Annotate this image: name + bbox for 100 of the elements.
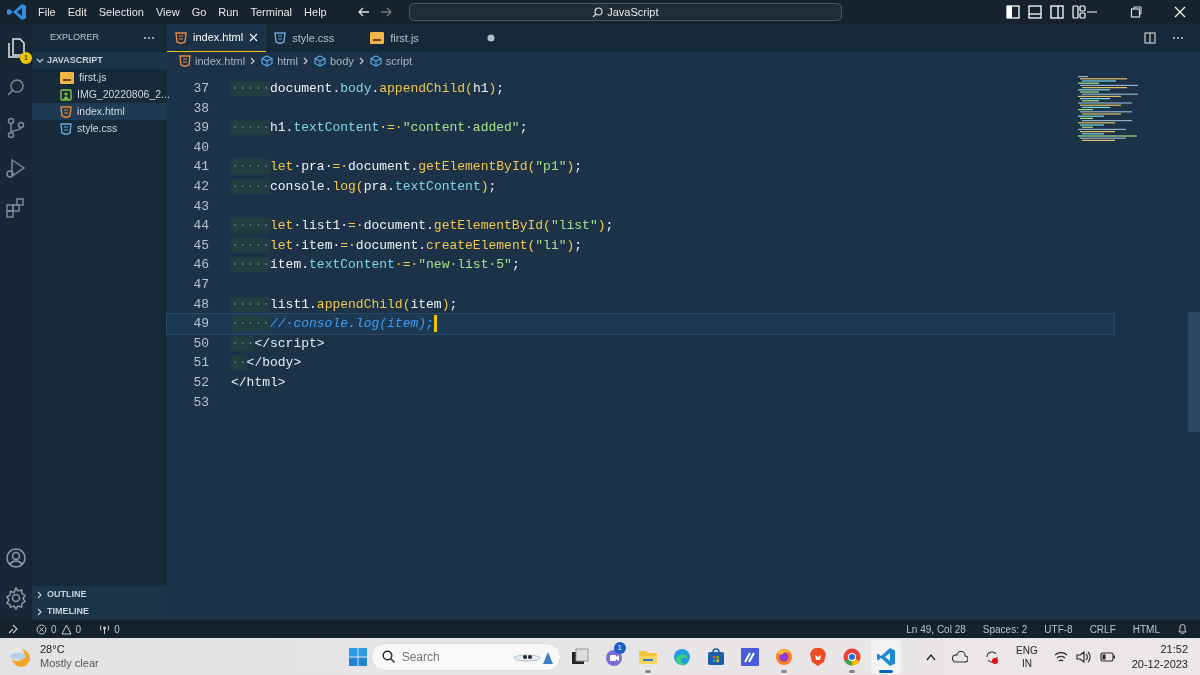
breadcrumb-item[interactable]: html (277, 52, 298, 70)
cube-icon (313, 55, 326, 67)
back-arrow-icon[interactable] (356, 5, 371, 19)
more-icon[interactable] (1172, 36, 1184, 40)
settings-icon[interactable] (4, 586, 28, 610)
line-number: 43 (192, 197, 209, 216)
bell-icon[interactable] (1177, 623, 1188, 635)
clock-date[interactable]: 20-12-2023 (1131, 656, 1188, 671)
temperature-text: 28°C (40, 643, 66, 657)
search-field[interactable]: Search (370, 642, 561, 671)
menu-item[interactable]: View (149, 3, 186, 21)
wifi-icon[interactable] (1053, 650, 1068, 663)
search-icon (381, 650, 395, 663)
status-item[interactable]: UTF-8 (1044, 621, 1073, 637)
css-file-icon (274, 32, 287, 44)
editor-tab[interactable]: first.js (362, 24, 459, 52)
sync-icon[interactable] (984, 648, 1001, 665)
weather-condition: Mostly clear (40, 656, 99, 670)
line-number: 42 (192, 178, 209, 196)
cloud-icon[interactable] (952, 650, 969, 663)
start-icon[interactable] (348, 647, 367, 666)
forward-arrow-icon[interactable] (378, 5, 393, 19)
line-number: 40 (192, 138, 209, 157)
status-item[interactable]: Ln 49, Col 28 (906, 621, 966, 637)
notification-badge: 1 (613, 641, 626, 654)
search-icon (592, 6, 604, 18)
split-editor-icon[interactable] (1144, 32, 1156, 44)
menu-item[interactable]: File (32, 3, 62, 21)
chevron-right-icon (301, 57, 310, 65)
notification-badge: 1 (20, 52, 32, 64)
language-text[interactable]: ENG (1016, 643, 1038, 657)
menu-item[interactable]: Selection (92, 3, 150, 21)
region-text[interactable]: IN (1021, 656, 1032, 670)
line-number: 38 (192, 99, 209, 118)
explorer-entry[interactable]: first.js (32, 69, 167, 86)
close-icon[interactable] (1174, 6, 1186, 18)
account-icon[interactable] (4, 546, 28, 570)
chrome-ball-icon[interactable] (841, 646, 862, 667)
port-count[interactable]: 0 (114, 621, 120, 637)
split-layout-icon[interactable] (1050, 5, 1064, 19)
antenna-icon[interactable] (99, 623, 111, 635)
restore-icon[interactable] (1130, 6, 1142, 18)
line-number: 51 (192, 354, 209, 373)
line-number: 45 (192, 236, 209, 255)
code-line: ···</script> (231, 334, 325, 353)
explorer-entry[interactable]: IMG_20220806_2... (32, 86, 167, 103)
js-file-icon (60, 71, 74, 84)
task-view-icon[interactable] (569, 646, 590, 667)
css-file-icon (60, 122, 72, 135)
line-number: 53 (192, 393, 209, 412)
shopping-bag-icon[interactable] (705, 646, 726, 667)
chevron-right-icon (357, 57, 366, 65)
line-number: 48 (192, 295, 209, 314)
warning-count[interactable]: 0 (75, 621, 82, 637)
remote-icon[interactable] (8, 624, 18, 634)
line-number: 41 (192, 158, 209, 177)
speaker-icon[interactable] (1075, 650, 1092, 663)
editor-tab[interactable]: index.html (167, 24, 267, 52)
breadcrumb-item[interactable]: script (385, 52, 413, 70)
breadcrumb-item[interactable]: index.html (195, 52, 246, 70)
html-file-icon (60, 105, 72, 118)
error-icon[interactable] (36, 623, 47, 635)
menu-item[interactable]: Terminal (244, 3, 299, 21)
layout-grid-icon[interactable] (1072, 5, 1086, 19)
sidebar-layout-icon[interactable] (1006, 5, 1020, 19)
chevron-up-icon[interactable] (926, 652, 937, 661)
cube-icon (369, 55, 382, 67)
panel-layout-icon[interactable] (1028, 5, 1042, 19)
status-item[interactable]: HTML (1132, 621, 1160, 637)
fox-globe-icon[interactable] (773, 646, 794, 667)
warning-icon[interactable] (60, 623, 72, 635)
menu-item[interactable]: Go (185, 3, 213, 21)
explorer-entry[interactable]: style.css (32, 120, 167, 137)
battery-icon[interactable] (1099, 651, 1116, 662)
line-number: 46 (192, 256, 209, 275)
code-editor-icon[interactable] (875, 646, 896, 667)
status-item[interactable]: Spaces: 2 (982, 621, 1028, 637)
breadcrumb-item[interactable]: body (329, 52, 354, 70)
line-number: 49 (192, 315, 209, 334)
code-line: ·····list1.appendChild(item); (231, 295, 458, 314)
explorer-entry[interactable]: index.html (32, 103, 167, 120)
menu-item[interactable]: Run (212, 3, 245, 21)
code-line: ·····document.body.appendChild(h1); (231, 80, 505, 99)
line-number: 50 (192, 334, 209, 353)
command-center[interactable]: JavaScript (408, 3, 842, 21)
run-debug-icon[interactable] (4, 156, 28, 180)
error-count[interactable]: 0 (51, 621, 57, 637)
menu-item[interactable]: Edit (61, 3, 93, 21)
cube-icon (261, 55, 274, 67)
code-line: ·····console.log(pra.textContent); (231, 178, 497, 197)
code-line: ·····let·list1·=·document.getElementById("list"); (231, 217, 614, 236)
more-icon[interactable] (143, 36, 155, 40)
clock-time[interactable]: 21:52 (1160, 642, 1188, 657)
scrollbar-thumb[interactable] (1188, 312, 1200, 432)
line-number: 47 (192, 276, 209, 294)
lion-shield-icon[interactable] (807, 646, 828, 667)
menu-item[interactable]: Help (298, 3, 333, 21)
status-item[interactable]: CRLF (1089, 621, 1116, 637)
slash-tile-icon[interactable] (739, 646, 760, 667)
editor-tab[interactable]: style.css (266, 24, 363, 52)
